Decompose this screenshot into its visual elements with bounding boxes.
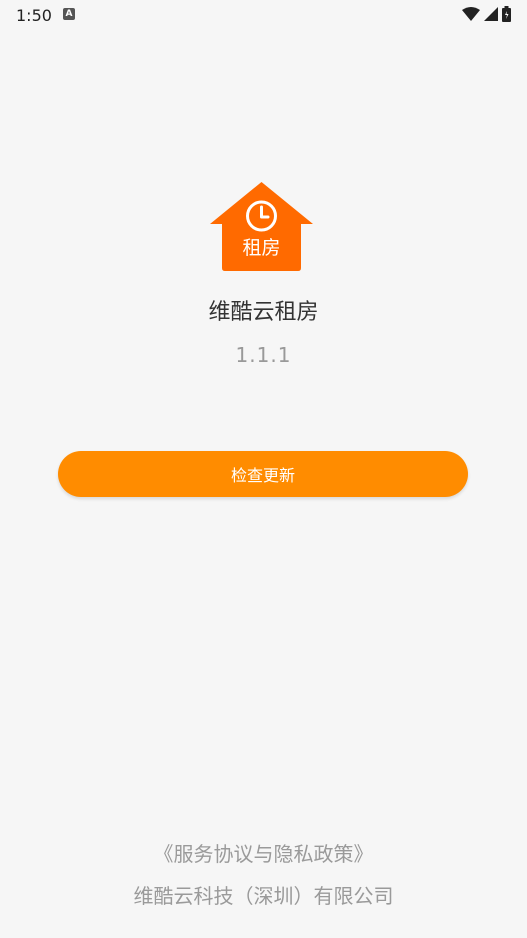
check-update-button[interactable]: 检查更新 xyxy=(58,451,468,497)
status-time: 1:50 xyxy=(16,6,52,25)
app-name: 维酷云租房 xyxy=(208,300,319,325)
service-agreement-link[interactable]: 《服务协议与隐私政策》 xyxy=(0,838,527,867)
battery-icon xyxy=(502,6,511,22)
notification-a-icon: A xyxy=(63,8,75,20)
status-icons xyxy=(462,6,511,22)
status-bar: 1:50 A xyxy=(0,0,527,30)
about-screen: 1:50 A 租房 维酷云租房 1.1.1 检查更新 《服务协议与隐私政策》 维… xyxy=(0,0,527,938)
wifi-icon xyxy=(462,7,480,21)
logo-text: 租房 xyxy=(242,237,281,259)
app-logo: 租房 xyxy=(209,180,314,272)
app-version: 1.1.1 xyxy=(235,343,292,367)
company-name: 维酷云科技（深圳）有限公司 xyxy=(133,884,394,908)
signal-icon xyxy=(484,7,498,21)
